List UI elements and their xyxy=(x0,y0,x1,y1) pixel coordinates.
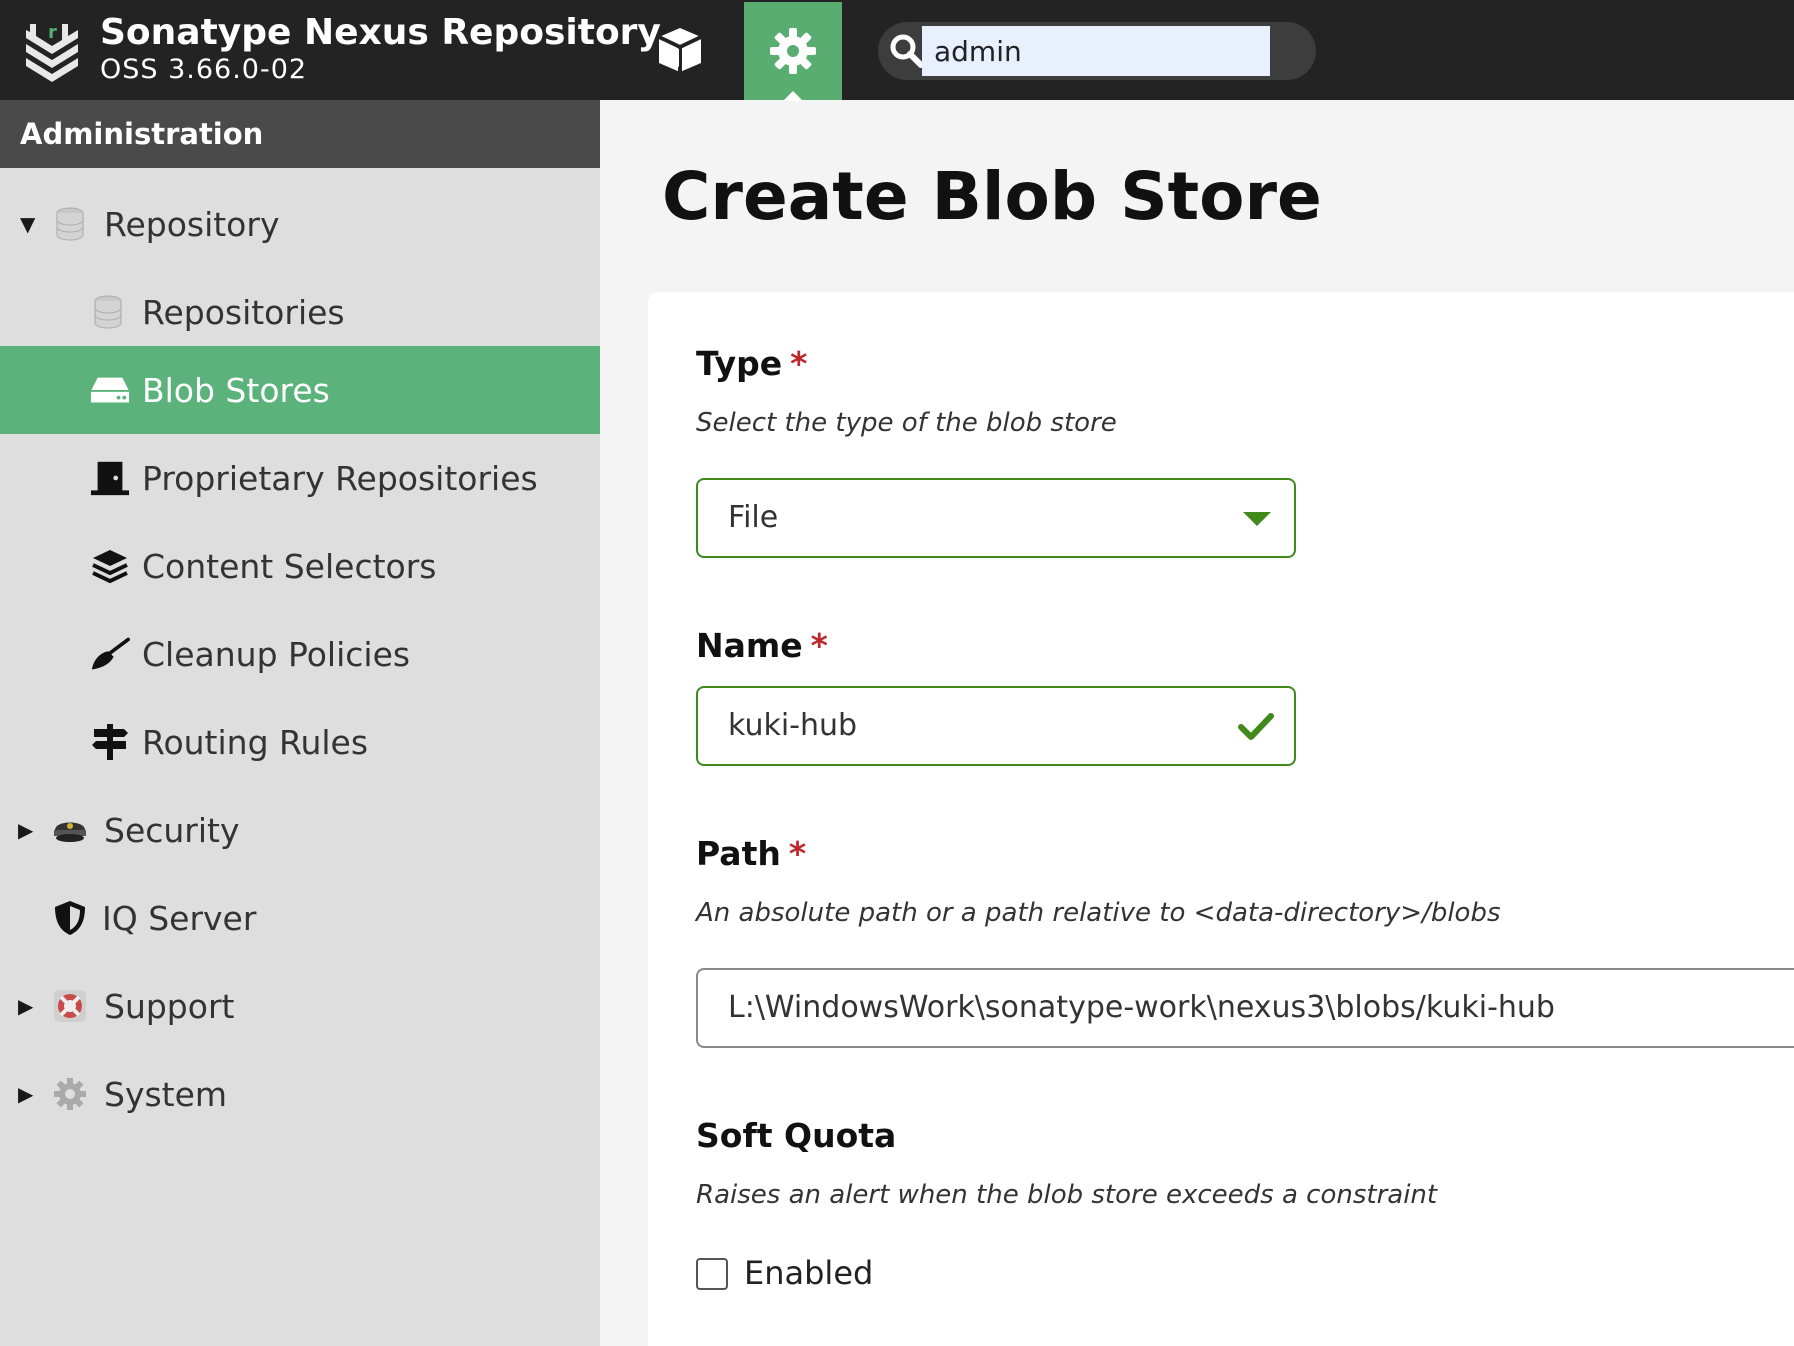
sidebar-item-security[interactable]: ▶ Security xyxy=(0,786,600,874)
soft-quota-enabled-label[interactable]: Enabled xyxy=(744,1254,873,1292)
name-input-value: kuki-hub xyxy=(728,708,858,743)
path-label-text: Path xyxy=(696,834,781,873)
sidebar-item-repository[interactable]: ▼ Repository xyxy=(0,180,600,268)
name-label-text: Name xyxy=(696,626,803,665)
brand-version: OSS 3.66.0-02 xyxy=(100,54,308,85)
sidebar-item-routing-rules[interactable]: Routing Rules xyxy=(0,698,600,786)
soft-quota-enabled-checkbox[interactable] xyxy=(696,1258,728,1290)
search-icon[interactable] xyxy=(888,32,926,70)
shield-icon xyxy=(50,898,90,938)
type-select[interactable]: File xyxy=(696,478,1296,558)
cube-icon xyxy=(658,28,702,72)
name-label: Name * xyxy=(696,626,828,665)
sidebar-item-label: Proprietary Repositories xyxy=(142,458,538,498)
broom-icon xyxy=(90,634,130,674)
sidebar-item-system[interactable]: ▶ System xyxy=(0,1050,600,1138)
path-input-value: L:\WindowsWork\sonatype-work\nexus3\blob… xyxy=(728,990,1555,1025)
soft-quota-label: Soft Quota xyxy=(696,1116,897,1155)
sidebar: Administration ▼ Repository Repositories… xyxy=(0,100,600,1346)
path-input[interactable]: L:\WindowsWork\sonatype-work\nexus3\blob… xyxy=(696,968,1794,1048)
sidebar-item-content-selectors[interactable]: Content Selectors xyxy=(0,522,600,610)
type-help: Select the type of the blob store xyxy=(696,408,1117,438)
svg-text:r: r xyxy=(48,22,57,43)
path-help: An absolute path or a path relative to <… xyxy=(696,898,1501,928)
sidebar-item-support[interactable]: ▶ Support xyxy=(0,962,600,1050)
sidebar-heading: Administration xyxy=(0,100,600,168)
layers-icon xyxy=(90,546,130,586)
sidebar-item-cleanup-policies[interactable]: Cleanup Policies xyxy=(0,610,600,698)
sidebar-item-label: Support xyxy=(104,986,235,1026)
caret-right-icon[interactable]: ▶ xyxy=(18,994,33,1018)
required-marker: * xyxy=(810,626,828,665)
page-title: Create Blob Store xyxy=(662,158,1322,235)
required-marker: * xyxy=(788,834,807,873)
sidebar-item-label: Security xyxy=(104,810,240,850)
soft-quota-help: Raises an alert when the blob store exce… xyxy=(696,1180,1438,1210)
door-icon xyxy=(90,458,130,498)
chevron-down-icon xyxy=(1243,512,1271,526)
signpost-icon xyxy=(90,722,130,762)
checkmark-icon xyxy=(1238,713,1274,740)
sidebar-item-label: Repositories xyxy=(142,292,345,332)
path-label: Path * xyxy=(696,834,806,873)
sidebar-item-label: Repository xyxy=(104,204,280,244)
name-input[interactable]: kuki-hub xyxy=(696,686,1296,766)
search-input[interactable] xyxy=(922,26,1270,76)
sidebar-item-label: IQ Server xyxy=(102,898,257,938)
sidebar-item-iq-server[interactable]: IQ Server xyxy=(0,874,600,962)
sidebar-item-label: System xyxy=(104,1074,228,1114)
caret-right-icon[interactable]: ▶ xyxy=(18,818,33,842)
type-label-text: Type xyxy=(696,344,783,383)
type-label: Type * xyxy=(696,344,807,383)
sidebar-item-repositories[interactable]: Repositories xyxy=(0,268,600,356)
caret-right-icon[interactable]: ▶ xyxy=(18,1082,33,1106)
gear-icon xyxy=(50,1074,90,1114)
sidebar-item-label: Blob Stores xyxy=(142,370,330,410)
sidebar-item-blob-stores[interactable]: Blob Stores xyxy=(0,346,600,434)
lifebuoy-icon xyxy=(50,986,90,1026)
hard-drive-icon xyxy=(90,370,130,410)
nexus-logo-icon: r xyxy=(26,22,78,82)
brand-title: Sonatype Nexus Repository xyxy=(100,12,661,53)
sidebar-item-proprietary-repositories[interactable]: Proprietary Repositories xyxy=(0,434,600,522)
required-marker: * xyxy=(790,344,808,383)
caret-down-icon[interactable]: ▼ xyxy=(20,212,35,236)
police-cap-icon xyxy=(50,810,90,850)
administration-button[interactable] xyxy=(744,2,842,101)
type-select-value: File xyxy=(728,500,779,535)
database-icon xyxy=(50,204,90,244)
sidebar-item-label: Routing Rules xyxy=(142,722,369,762)
gear-icon xyxy=(770,28,816,74)
sidebar-item-label: Cleanup Policies xyxy=(142,634,411,674)
database-icon xyxy=(88,292,128,332)
browse-button[interactable] xyxy=(640,0,720,100)
search-box xyxy=(878,22,1316,80)
top-bar: r Sonatype Nexus Repository OSS 3.66.0-0… xyxy=(0,0,1794,101)
sidebar-item-label: Content Selectors xyxy=(142,546,437,586)
